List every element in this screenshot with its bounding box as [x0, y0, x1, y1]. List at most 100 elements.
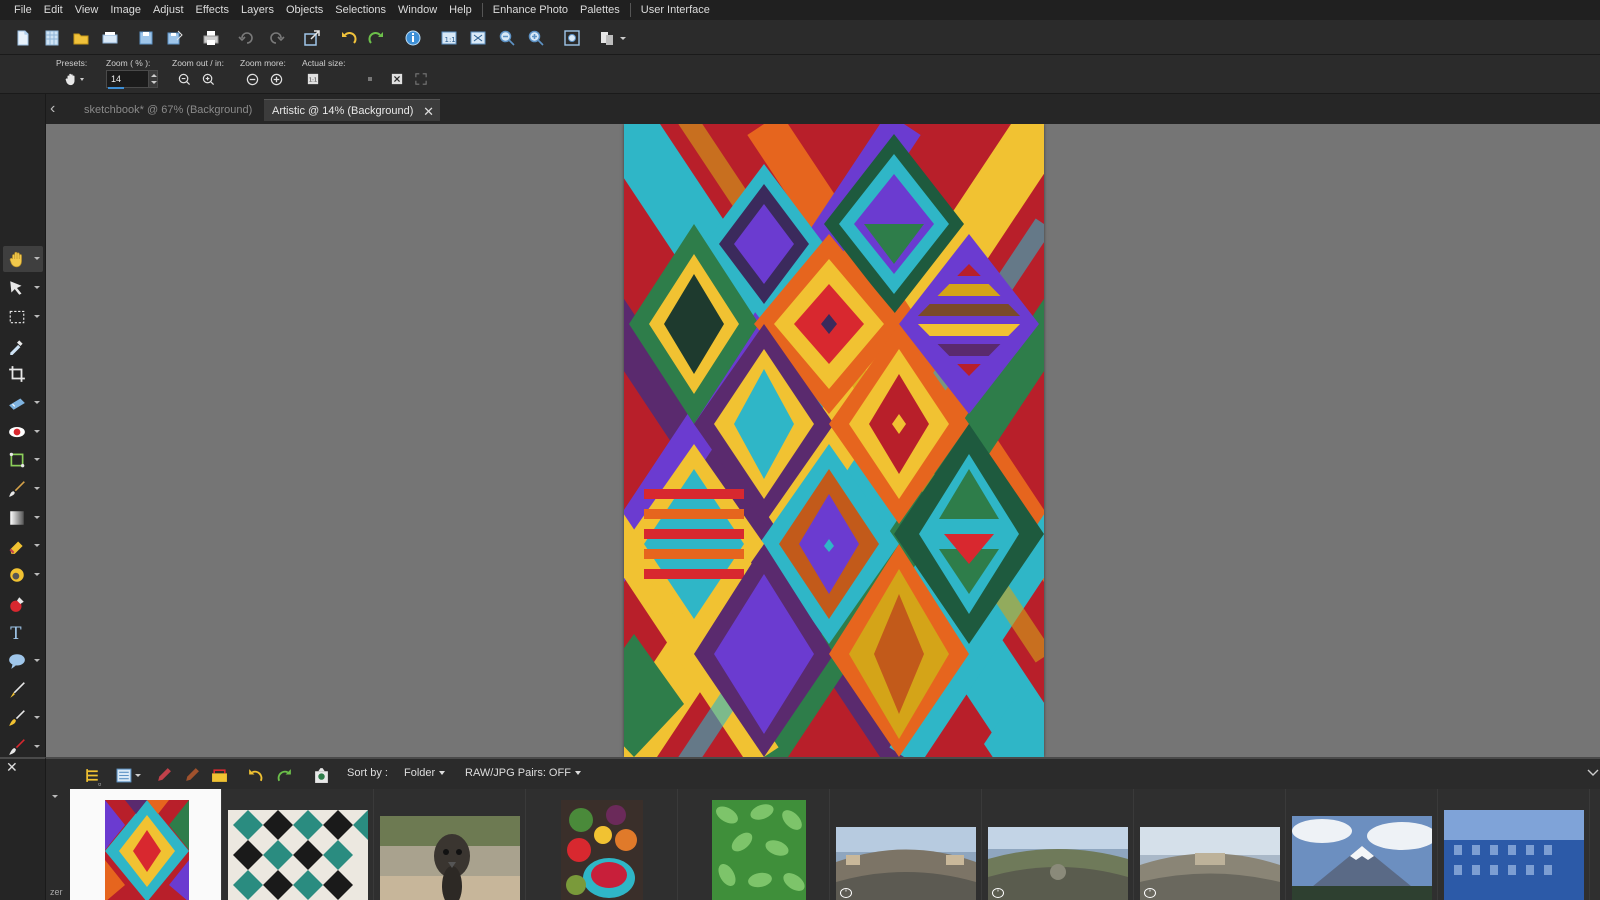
pin-icon[interactable]: ▫ [98, 779, 101, 789]
menu-separator [629, 3, 631, 17]
redo-icon[interactable] [266, 28, 286, 48]
menu-adjust[interactable]: Adjust [147, 4, 190, 16]
raw-jpg-pairs-toggle[interactable]: RAW/JPG Pairs: OFF [465, 767, 581, 779]
thumbnail-blue-building[interactable] [1438, 789, 1590, 900]
rotate-right-icon[interactable] [367, 28, 387, 48]
save-icon[interactable] [136, 28, 156, 48]
retouch-tool[interactable] [3, 705, 43, 731]
organizer-rotate-right-icon[interactable] [275, 766, 293, 784]
color-replacer-tool[interactable] [3, 591, 43, 617]
resize-icon[interactable] [302, 28, 322, 48]
zoom-percent-label: Zoom ( % ): [106, 58, 151, 68]
red-eye-tool[interactable] [3, 419, 43, 445]
plus-circle-icon [270, 73, 282, 85]
selection-tool[interactable] [3, 304, 43, 330]
undo-icon[interactable] [237, 28, 257, 48]
fill-window-button[interactable] [413, 70, 429, 88]
thumbnail-artistic-pattern[interactable] [70, 789, 222, 900]
thumbnail-volcano-mountain[interactable] [1286, 789, 1438, 900]
new-from-template-icon[interactable] [42, 28, 62, 48]
close-icon[interactable]: ✕ [6, 759, 18, 776]
thumbnail-tiles[interactable] [222, 789, 374, 900]
zoom-out-button[interactable] [176, 70, 192, 88]
gradient-tool[interactable] [3, 505, 43, 531]
new-icon[interactable] [13, 28, 33, 48]
chevron-left-icon[interactable]: ‹ [50, 101, 64, 117]
crop-tool[interactable] [3, 361, 43, 387]
thumbnail-pano-street-2[interactable]: ° [982, 789, 1134, 900]
actual-size-button[interactable]: 1:1 [305, 70, 321, 88]
thumbnail-fruit-bowl[interactable] [526, 789, 678, 900]
organizer-batch-icon[interactable] [210, 766, 228, 784]
organizer-paint-icon[interactable] [182, 766, 200, 784]
zoom-out-icon[interactable] [497, 28, 517, 48]
menu-window[interactable]: Window [392, 4, 443, 16]
workspace-icon[interactable] [598, 28, 626, 48]
chevron-down-icon[interactable] [52, 795, 58, 798]
organizer-rotate-left-icon[interactable] [246, 766, 264, 784]
zoom-more-out-button[interactable] [244, 70, 260, 88]
paint-brush-tool[interactable] [3, 476, 43, 502]
thumbnail-pano-street-1[interactable]: ° [830, 789, 982, 900]
menu-layers[interactable]: Layers [235, 4, 280, 16]
menu-image[interactable]: Image [104, 4, 147, 16]
menu-objects[interactable]: Objects [280, 4, 329, 16]
green-leaves-image [712, 800, 806, 900]
scan-icon[interactable] [100, 28, 120, 48]
panorama-360-icon: ° [992, 888, 1004, 898]
chevron-down-icon [619, 36, 626, 40]
open-icon[interactable] [71, 28, 91, 48]
organizer-palette: Sort by : Folder RAW/JPG Pairs: OFF ▫ ze… [46, 757, 1600, 900]
tab-artistic[interactable]: Artistic @ 14% (Background) ✕ [264, 99, 440, 121]
print-icon[interactable] [201, 28, 221, 48]
thumbnail-emu[interactable] [374, 789, 526, 900]
pan-tool[interactable] [3, 246, 43, 272]
thumbnail-strip: ° ° ° [70, 789, 1600, 900]
menu-selections[interactable]: Selections [329, 4, 392, 16]
image-info-icon[interactable] [403, 28, 423, 48]
menu-enhance-photo[interactable]: Enhance Photo [487, 4, 574, 16]
zoom-in-button[interactable] [200, 70, 216, 88]
save-as-icon[interactable] [165, 28, 185, 48]
rotate-left-icon[interactable] [338, 28, 358, 48]
thumbnail-pano-street-3[interactable]: ° [1134, 789, 1286, 900]
sort-by-dropdown[interactable]: Folder [404, 767, 446, 779]
panorama-360-icon: ° [1144, 888, 1156, 898]
straighten-tool[interactable] [3, 390, 43, 416]
close-icon[interactable]: ✕ [423, 104, 434, 120]
eraser-tool[interactable] [3, 533, 43, 559]
zoom-more-in-button[interactable] [268, 70, 284, 88]
chevron-down-icon[interactable] [1586, 768, 1600, 778]
zoom-input[interactable] [106, 70, 150, 88]
dodge-tool[interactable] [3, 562, 43, 588]
thumbnail-green-leaves[interactable] [678, 789, 830, 900]
menu-palettes[interactable]: Palettes [574, 4, 626, 16]
dropper-tool[interactable] [3, 333, 43, 359]
menu-user-interface[interactable]: User Interface [635, 4, 716, 16]
menu-help[interactable]: Help [443, 4, 478, 16]
tab-sketchbook[interactable]: sketchbook* @ 67% (Background) [76, 99, 260, 121]
zoom-stepper[interactable] [148, 70, 158, 88]
preset-shape-tool[interactable] [3, 648, 43, 674]
perspective-tool[interactable] [3, 447, 43, 473]
presets-dropdown[interactable] [62, 70, 86, 88]
fit-window-icon[interactable]: 1:1 [439, 28, 459, 48]
pen-tool[interactable] [3, 677, 43, 703]
full-screen-icon[interactable] [468, 28, 488, 48]
artistic-image-canvas[interactable] [624, 124, 1044, 757]
menu-file[interactable]: File [8, 4, 38, 16]
organizer-list-icon[interactable] [114, 766, 142, 784]
fit-image-button[interactable] [389, 70, 405, 88]
chevron-down-icon [80, 77, 84, 81]
menu-edit[interactable]: Edit [38, 4, 69, 16]
zoom-fit-icon[interactable] [562, 28, 582, 48]
pick-tool[interactable] [3, 275, 43, 301]
zoom-in-icon[interactable] [526, 28, 546, 48]
small-square-icon[interactable] [364, 70, 376, 88]
organizer-edit-icon[interactable] [154, 766, 172, 784]
menu-view[interactable]: View [69, 4, 105, 16]
menu-effects[interactable]: Effects [190, 4, 235, 16]
image-workspace[interactable] [46, 124, 1600, 757]
organizer-share-icon[interactable] [312, 766, 330, 784]
text-tool[interactable]: T [3, 619, 43, 645]
